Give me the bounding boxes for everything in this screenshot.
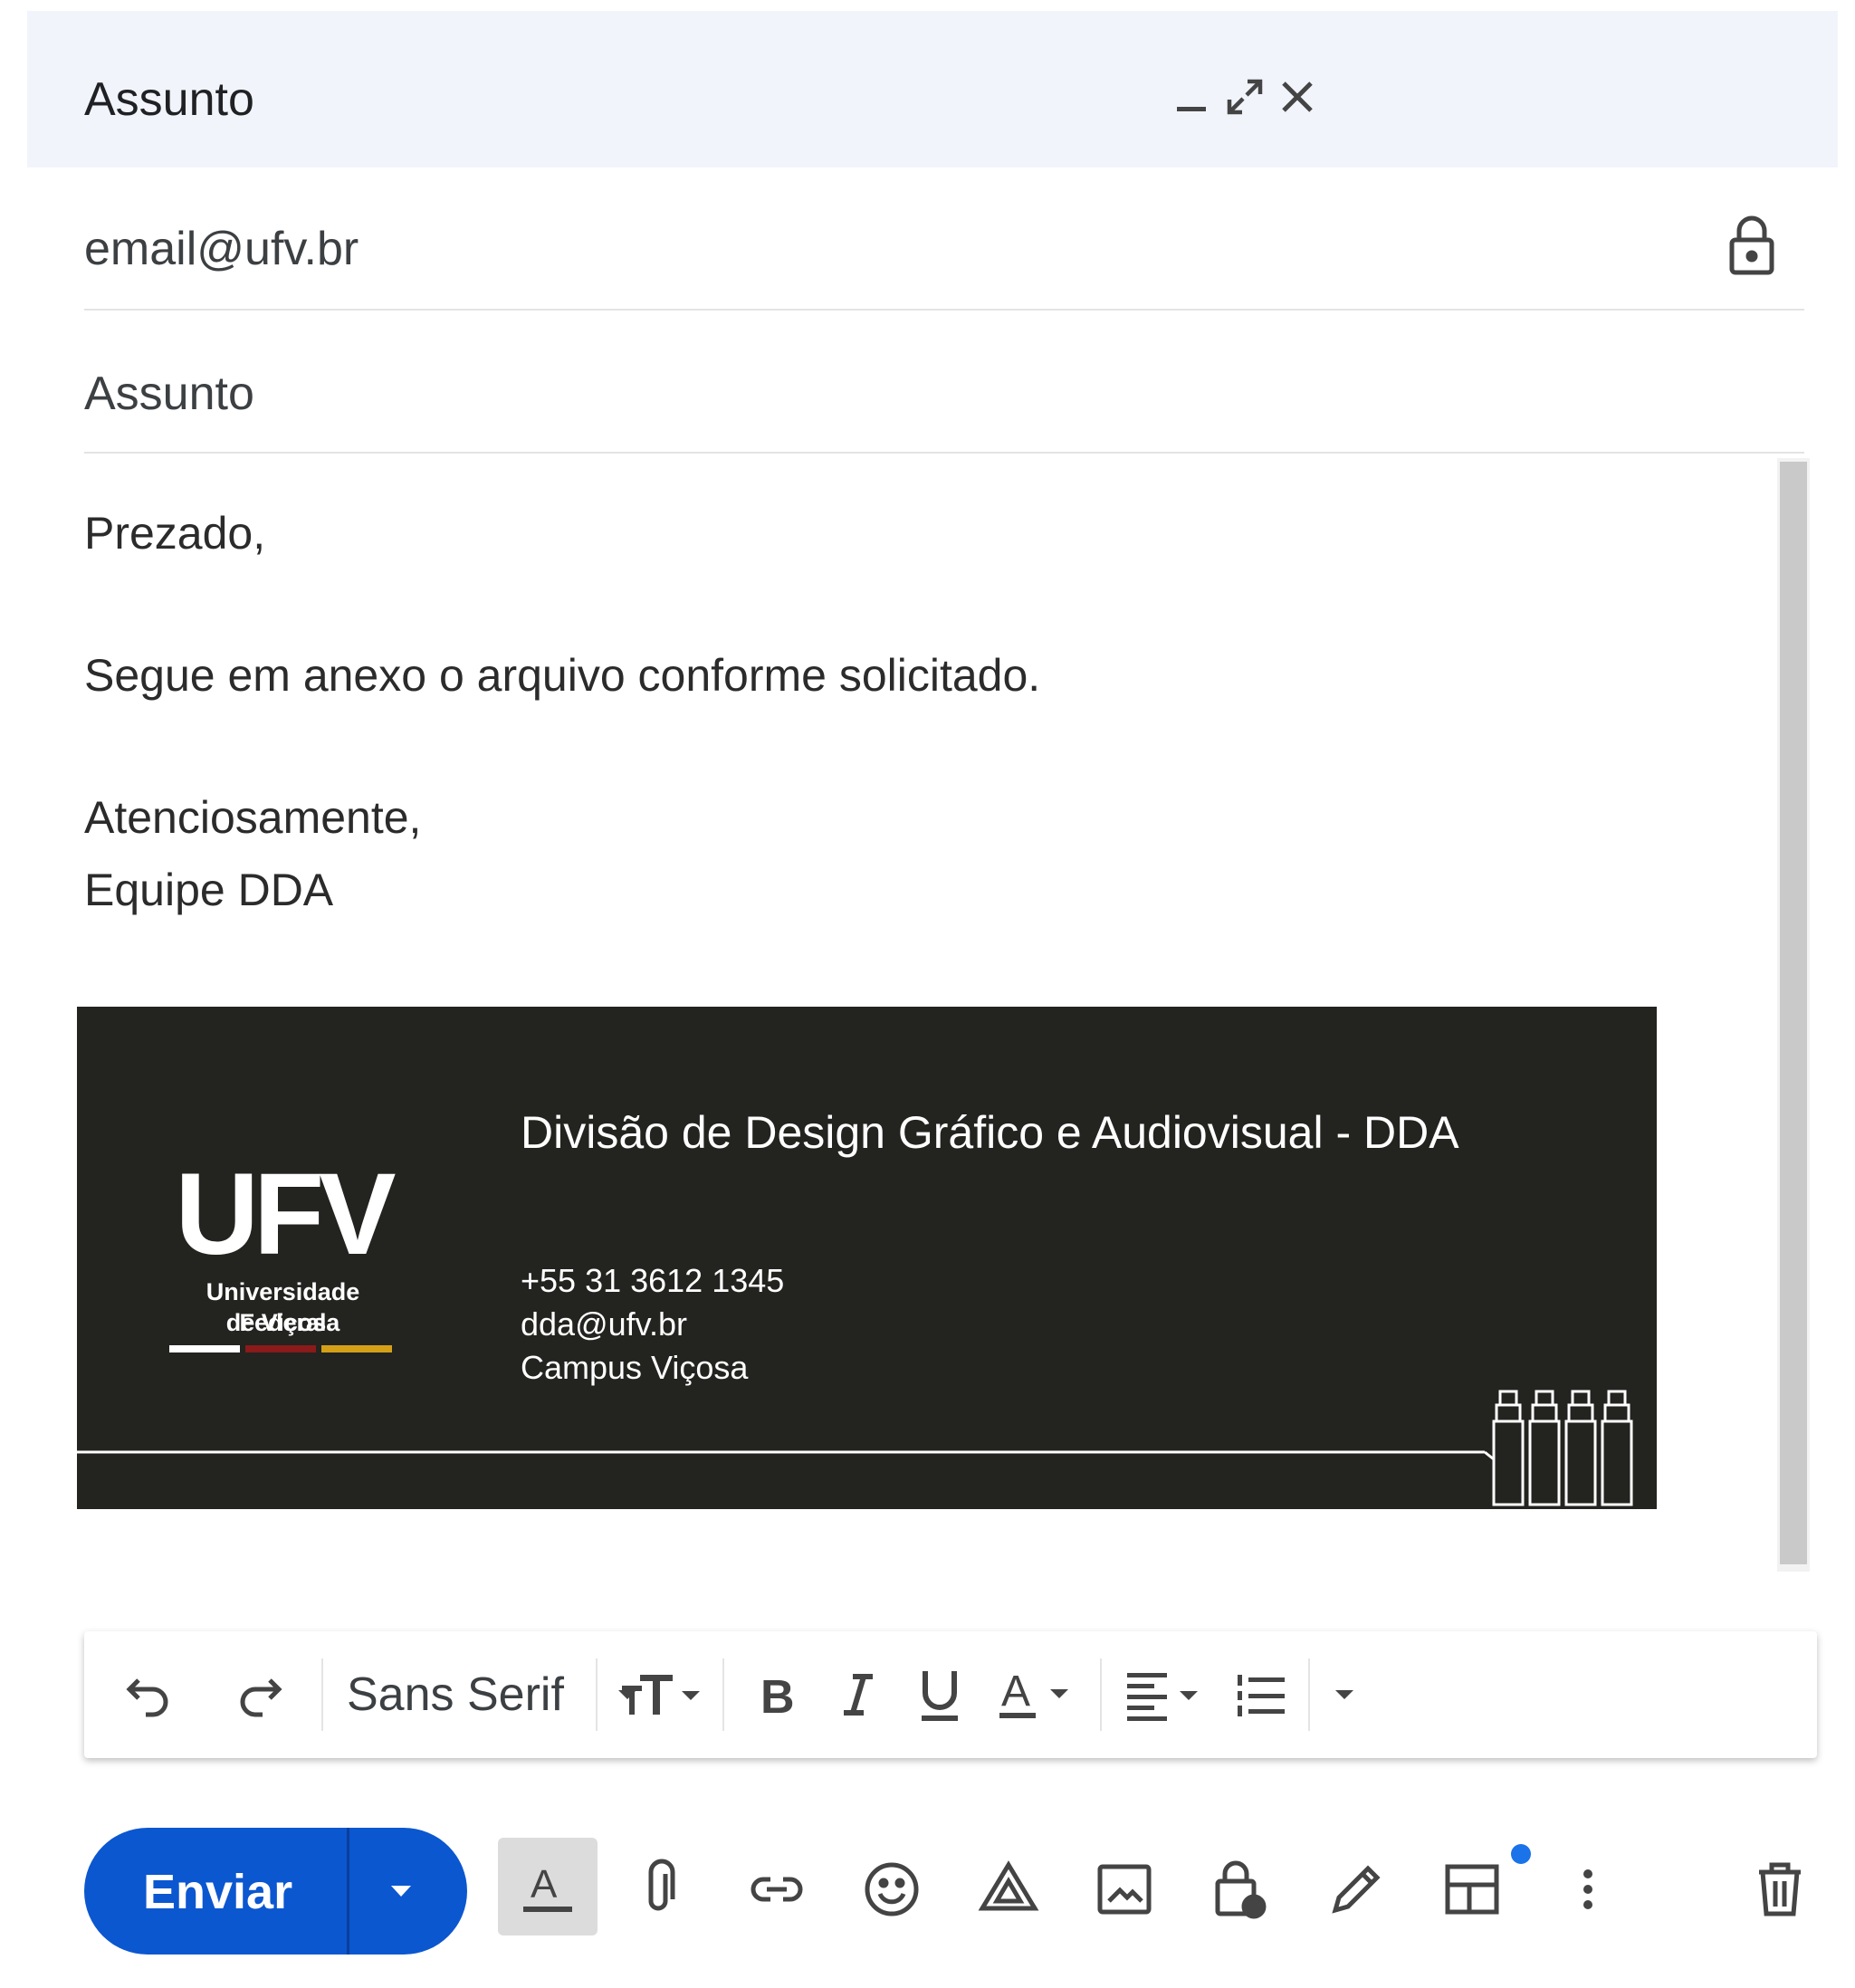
- signature-icon[interactable]: [1322, 1849, 1391, 1930]
- drive-icon[interactable]: [974, 1849, 1043, 1930]
- fullscreen-icon[interactable]: [1222, 74, 1267, 119]
- signature-location: Campus Viçosa: [521, 1349, 749, 1386]
- scrollbar-thumb[interactable]: [1780, 462, 1807, 1564]
- logo-stripe-red: [245, 1345, 316, 1352]
- logo-stripe-white: [169, 1345, 240, 1352]
- bold-icon[interactable]: B: [750, 1631, 804, 1758]
- ufv-logo-subtitle-2: de Viçosa: [225, 1309, 340, 1336]
- svg-text:B: B: [760, 1671, 795, 1722]
- toolbar-separator: [722, 1658, 724, 1731]
- logo-stripe-gold: [321, 1345, 392, 1352]
- more-options-icon[interactable]: [1554, 1849, 1622, 1930]
- to-field[interactable]: email@ufv.br: [84, 167, 1804, 311]
- underline-icon[interactable]: [913, 1631, 967, 1758]
- minimize-icon[interactable]: [1170, 74, 1215, 119]
- toolbar-separator: [321, 1658, 323, 1731]
- font-select-label: Sans Serif: [347, 1668, 564, 1721]
- text-size-icon[interactable]: [618, 1631, 709, 1758]
- signature-email: dda@ufv.br: [521, 1305, 687, 1343]
- redo-icon[interactable]: [234, 1631, 288, 1758]
- photo-icon[interactable]: [1090, 1849, 1159, 1930]
- compose-window: Assunto email@ufv.br Assunto Prezado, Se…: [27, 11, 1838, 1988]
- layout-icon[interactable]: [1438, 1849, 1506, 1930]
- send-options-icon[interactable]: [378, 1873, 424, 1909]
- close-icon[interactable]: [1275, 74, 1320, 119]
- send-button-divider: [347, 1828, 349, 1955]
- link-icon[interactable]: [742, 1849, 811, 1930]
- send-button[interactable]: Enviar: [84, 1828, 467, 1955]
- message-closing: Atenciosamente,: [84, 792, 422, 843]
- compose-title: Assunto: [84, 73, 254, 126]
- italic-icon[interactable]: [831, 1631, 885, 1758]
- subject-field-value: Assunto: [84, 368, 254, 420]
- send-button-label: Enviar: [143, 1865, 293, 1919]
- svg-text:A: A: [531, 1862, 558, 1907]
- signature-phone: +55 31 3612 1345: [521, 1262, 785, 1299]
- trash-icon[interactable]: [1745, 1849, 1814, 1930]
- toolbar-separator: [1308, 1658, 1310, 1731]
- text-color-icon[interactable]: A: [994, 1631, 1085, 1758]
- new-feature-badge: [1511, 1844, 1531, 1864]
- toolbar-separator: [1100, 1658, 1102, 1731]
- emoji-icon[interactable]: [857, 1849, 926, 1930]
- confidential-icon[interactable]: [1206, 1849, 1275, 1930]
- ufv-logo-text: UFV: [175, 1150, 397, 1279]
- signature-title: Divisão de Design Gráfico e Audiovisual …: [521, 1107, 1459, 1158]
- attach-icon[interactable]: [625, 1849, 693, 1930]
- compose-header[interactable]: Assunto: [27, 11, 1838, 167]
- ufv-logo: UFV Universidade Federal de Viçosa: [167, 1150, 398, 1342]
- formatting-toolbar: Sans Serif B A: [84, 1631, 1817, 1758]
- email-signature: UFV Universidade Federal de Viçosa Divis…: [77, 1007, 1657, 1509]
- svg-text:A: A: [1001, 1668, 1030, 1716]
- numbered-list-icon[interactable]: [1234, 1631, 1288, 1758]
- message-line: Segue em anexo o arquivo conforme solici…: [84, 650, 1041, 701]
- text-format-icon[interactable]: A: [513, 1849, 582, 1930]
- font-select[interactable]: Sans Serif: [347, 1631, 645, 1758]
- subject-field[interactable]: Assunto: [84, 311, 1804, 454]
- lock-icon[interactable]: [1726, 213, 1777, 278]
- toolbar-separator: [596, 1658, 598, 1731]
- message-team: Equipe DDA: [84, 865, 334, 915]
- to-field-value: email@ufv.br: [84, 223, 359, 275]
- undo-icon[interactable]: [120, 1631, 175, 1758]
- more-formatting-icon[interactable]: [1326, 1631, 1363, 1758]
- message-greeting: Prezado,: [84, 508, 266, 559]
- align-icon[interactable]: [1124, 1631, 1214, 1758]
